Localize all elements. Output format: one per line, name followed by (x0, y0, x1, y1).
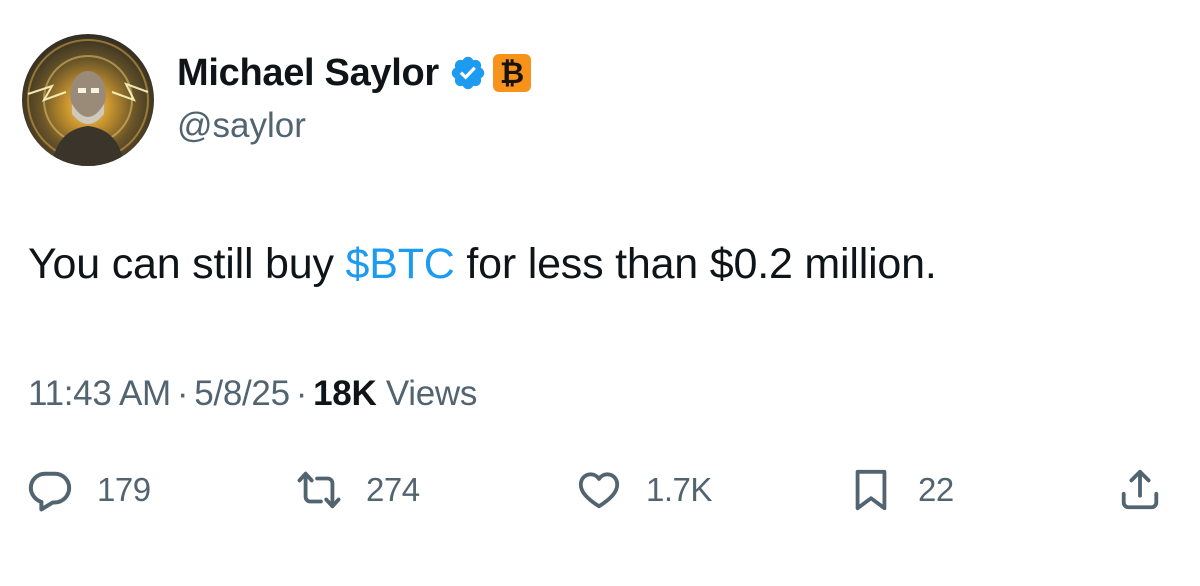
bookmark-button[interactable]: 22 (848, 462, 954, 518)
like-button[interactable]: 1.7K (576, 462, 712, 518)
cashtag-link[interactable]: $BTC (346, 240, 455, 288)
views-label: Views (385, 374, 478, 413)
tweet-time[interactable]: 11:43 AM (28, 374, 171, 413)
repost-icon (297, 471, 341, 509)
bookmark-icon (855, 469, 887, 511)
tweet-text-before: You can still buy (28, 240, 346, 288)
tweet-text: You can still buy $BTC for less than $0.… (28, 240, 937, 289)
avatar[interactable] (22, 34, 154, 166)
share-icon (1121, 469, 1159, 510)
tweet-date[interactable]: 5/8/25 (194, 374, 290, 413)
author-name[interactable]: Michael Saylor (177, 52, 439, 95)
reply-count: 179 (97, 471, 151, 508)
author-handle[interactable]: @saylor (177, 106, 306, 146)
heart-icon (578, 472, 620, 509)
action-bar: 179 274 1.7K 22 (0, 462, 1200, 522)
repost-button[interactable]: 274 (296, 462, 420, 518)
repost-count: 274 (366, 471, 420, 508)
tweet-meta: 11:43 AM · 5/8/25 · 18K Views (28, 374, 477, 414)
reply-button[interactable]: 179 (27, 462, 151, 518)
views-count: 18K (313, 374, 377, 413)
bookmark-count: 22 (918, 471, 954, 508)
verified-badge-icon[interactable] (449, 54, 487, 92)
like-count: 1.7K (646, 471, 712, 508)
tweet-card: Michael Saylor ₿ @saylor You can still b… (0, 0, 1200, 586)
share-button[interactable] (1117, 462, 1163, 518)
meta-separator: · (176, 374, 189, 413)
meta-separator: · (295, 374, 308, 413)
tweet-text-after: for less than $0.2 million. (454, 240, 937, 288)
author-name-row: Michael Saylor ₿ (177, 48, 531, 98)
reply-icon (28, 471, 72, 512)
avatar-image (27, 39, 149, 166)
bitcoin-icon[interactable]: ₿ (492, 54, 531, 92)
